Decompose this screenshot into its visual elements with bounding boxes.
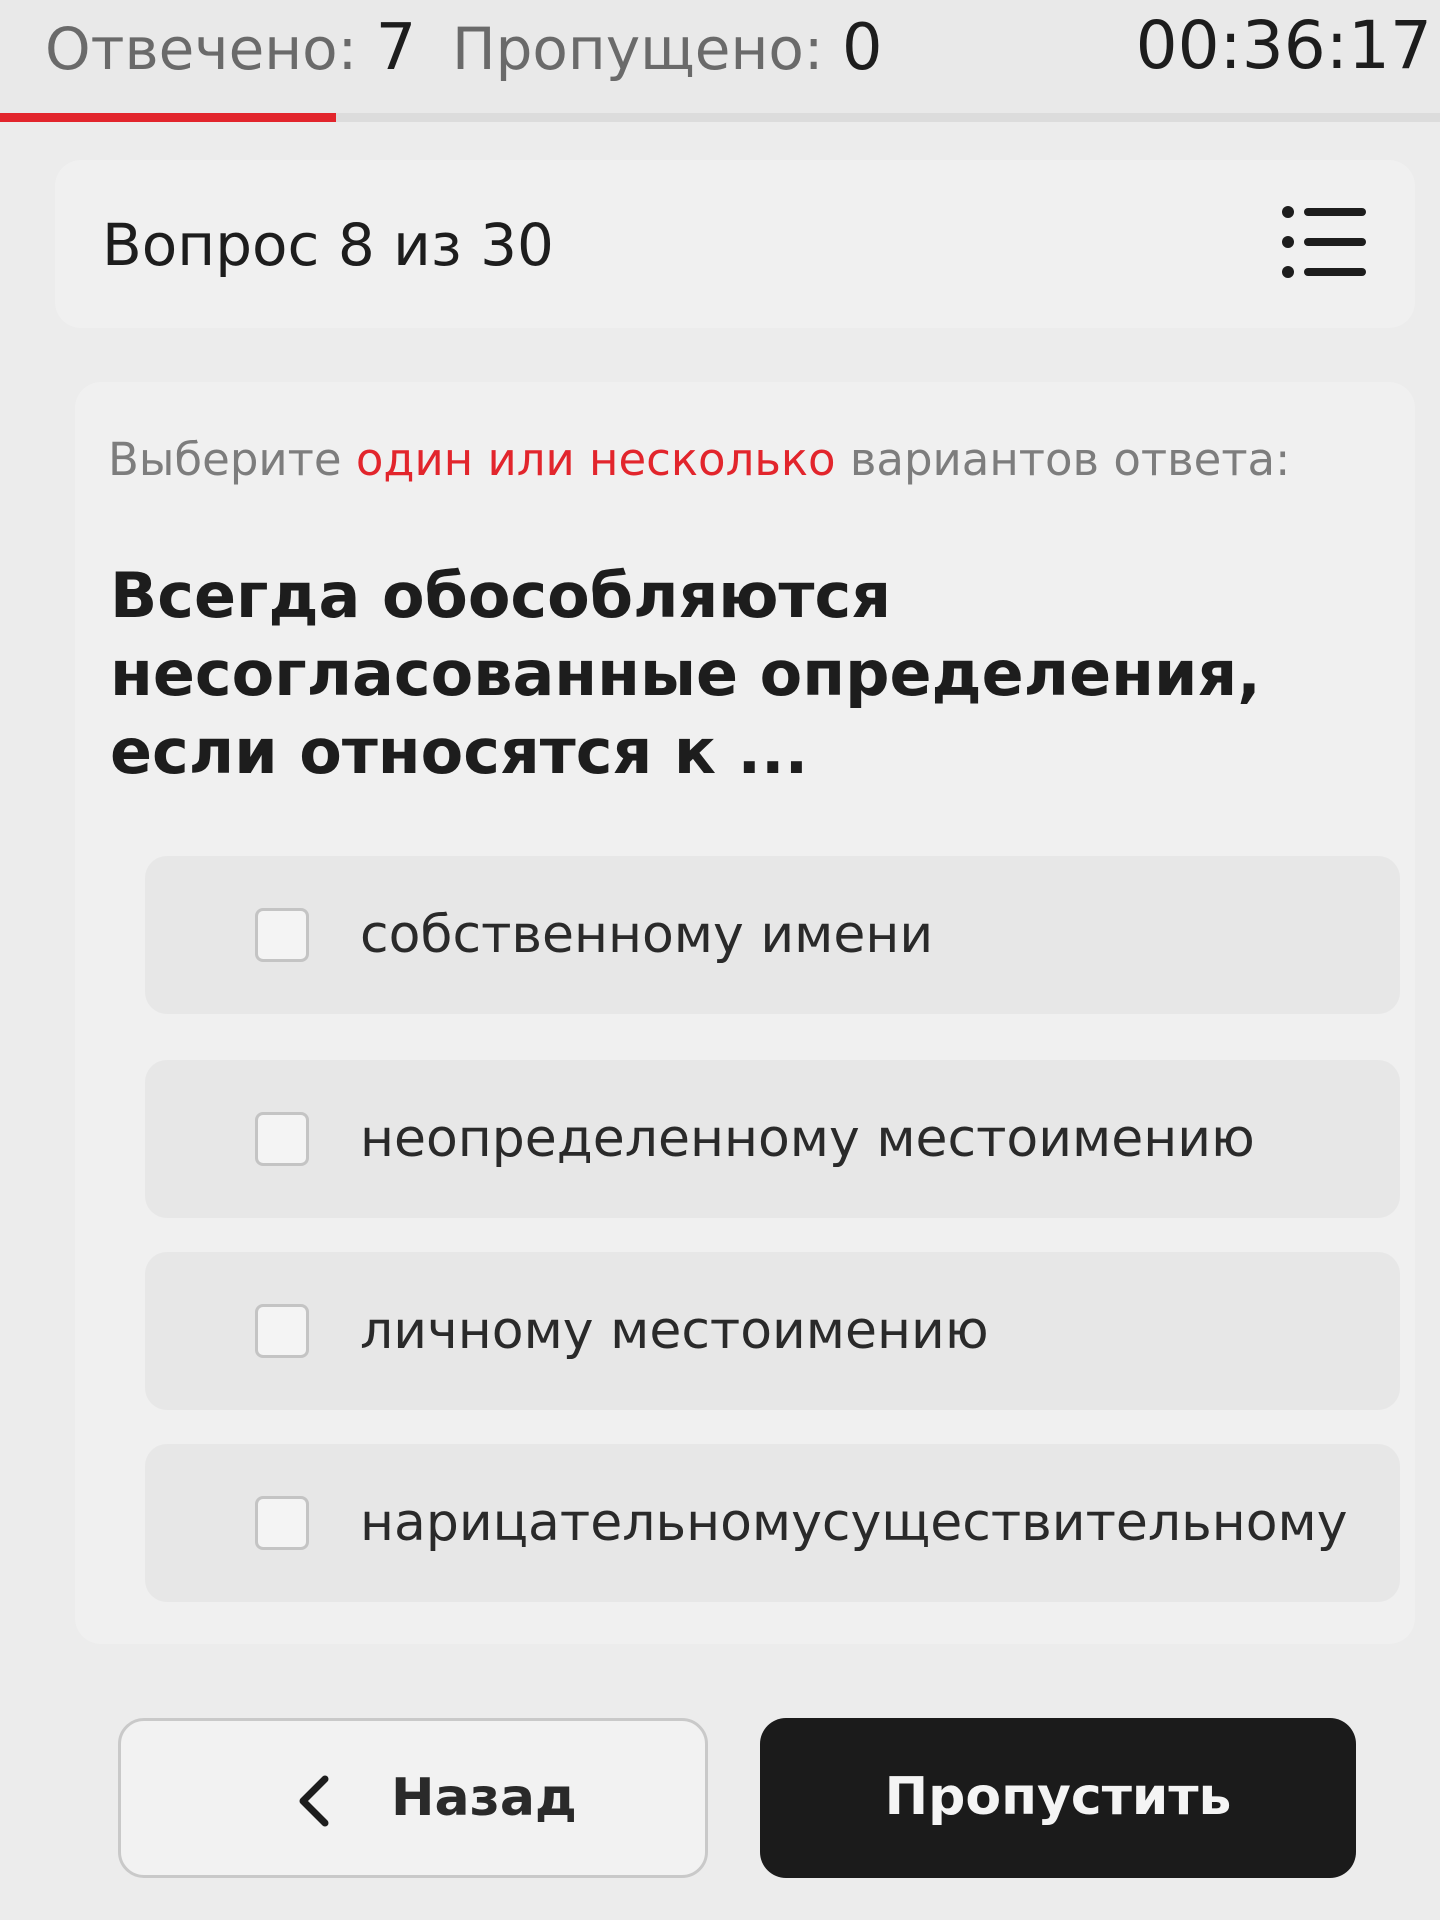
progress-bar-fill xyxy=(0,113,336,122)
back-button[interactable]: Назад xyxy=(118,1718,708,1878)
answered-label: Отвечено: xyxy=(45,15,358,83)
answer-option[interactable]: нарицательномусуществительному xyxy=(145,1444,1400,1602)
instruction-before: Выберите xyxy=(108,433,356,486)
option-label: неопределенному местоимению xyxy=(360,1109,1255,1169)
instruction-accent: один или несколько xyxy=(355,433,836,486)
progress-bar xyxy=(0,113,1440,122)
skipped-label: Пропущено: xyxy=(452,15,824,83)
list-icon xyxy=(1282,206,1366,278)
answered-counter: Отвечено: 7 xyxy=(45,8,416,89)
timer: 00:36:17 xyxy=(1135,7,1432,84)
option-checkbox[interactable] xyxy=(255,908,309,962)
question-header: Вопрос 8 из 30 xyxy=(55,160,1415,328)
chevron-left-icon xyxy=(299,1775,329,1827)
option-checkbox[interactable] xyxy=(255,1304,309,1358)
instruction-text: Выберите один или несколько вариантов от… xyxy=(108,430,1290,490)
skip-button[interactable]: Пропустить xyxy=(760,1718,1356,1878)
skip-button-label: Пропустить xyxy=(884,1767,1232,1827)
skipped-value: 0 xyxy=(841,11,883,85)
skipped-counter: Пропущено: 0 xyxy=(452,8,883,89)
back-button-label: Назад xyxy=(391,1768,577,1828)
answer-option[interactable]: собственному имени xyxy=(145,856,1400,1014)
option-label: собственному имени xyxy=(360,905,934,965)
question-card: Выберите один или несколько вариантов от… xyxy=(75,382,1415,1644)
question-list-button[interactable] xyxy=(1280,202,1370,282)
answer-option[interactable]: неопределенному местоимению xyxy=(145,1060,1400,1218)
answer-option[interactable]: личному местоимению xyxy=(145,1252,1400,1410)
question-text: Всегда обособляются несогласованные опре… xyxy=(110,559,1261,788)
question-counter: Вопрос 8 из 30 xyxy=(102,211,554,279)
option-checkbox[interactable] xyxy=(255,1112,309,1166)
option-checkbox[interactable] xyxy=(255,1496,309,1550)
top-status-bar: Отвечено: 7 Пропущено: 0 00:36:17 xyxy=(0,0,1440,122)
option-label: личному местоимению xyxy=(360,1301,989,1361)
answered-value: 7 xyxy=(375,11,417,85)
instruction-after: вариантов ответа: xyxy=(835,433,1291,486)
option-label: нарицательномусуществительному xyxy=(360,1493,1348,1553)
